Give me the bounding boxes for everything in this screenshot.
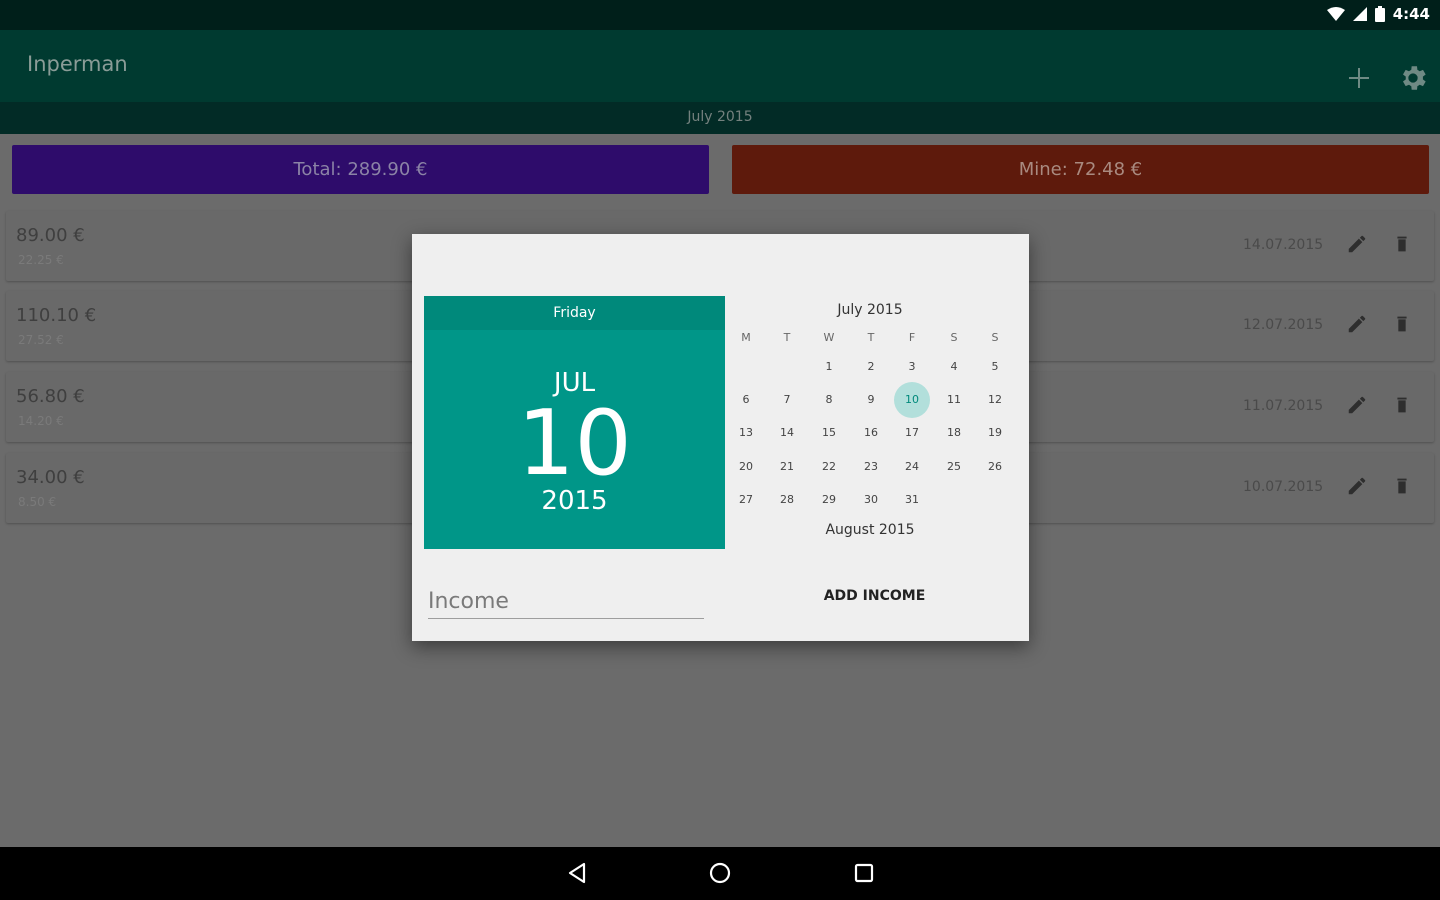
expense-amount: 56.80 € bbox=[16, 386, 85, 407]
calendar-day-selected[interactable]: 10 bbox=[894, 382, 930, 418]
expense-share: 8.50 € bbox=[18, 495, 57, 509]
expense-amount: 34.00 € bbox=[16, 467, 85, 488]
calendar-day[interactable]: 4 bbox=[936, 349, 972, 385]
app-bar: Inperman bbox=[0, 30, 1440, 102]
calendar-day[interactable]: 5 bbox=[977, 349, 1013, 385]
expense-amount: 110.10 € bbox=[16, 305, 97, 326]
calendar-day[interactable]: 15 bbox=[811, 415, 847, 451]
battery-icon bbox=[1374, 6, 1385, 22]
calendar-month-title: July 2015 bbox=[837, 302, 903, 318]
date-header: Friday JUL 10 2015 bbox=[424, 296, 725, 549]
status-bar: 4:44 bbox=[0, 0, 1440, 30]
calendar-day[interactable]: 3 bbox=[894, 349, 930, 385]
expense-amount: 89.00 € bbox=[16, 225, 85, 246]
header-day[interactable]: 10 bbox=[424, 394, 725, 494]
app-title: Inperman bbox=[27, 52, 128, 76]
weekday-label: S bbox=[991, 331, 999, 344]
signal-icon bbox=[1352, 7, 1367, 21]
add-icon bbox=[1349, 68, 1369, 88]
expense-date: 11.07.2015 bbox=[1243, 398, 1324, 414]
calendar-day[interactable]: 13 bbox=[728, 415, 764, 451]
recents-icon bbox=[854, 863, 874, 883]
settings-icon bbox=[1403, 66, 1426, 90]
expense-date: 14.07.2015 bbox=[1243, 237, 1324, 253]
delete-icon[interactable] bbox=[1391, 475, 1413, 497]
weekday-label: T bbox=[783, 331, 791, 344]
calendar-day[interactable]: 30 bbox=[853, 482, 889, 518]
home-icon bbox=[709, 862, 731, 884]
navigation-bar bbox=[0, 847, 1440, 900]
settings-button[interactable] bbox=[1392, 57, 1434, 99]
weekday-label: F bbox=[908, 331, 916, 344]
calendar-day[interactable]: 24 bbox=[894, 449, 930, 485]
weekday-label: S bbox=[950, 331, 958, 344]
expense-share: 27.52 € bbox=[18, 333, 64, 347]
calendar-day[interactable]: 17 bbox=[894, 415, 930, 451]
calendar-day[interactable]: 14 bbox=[769, 415, 805, 451]
month-strip: July 2015 bbox=[0, 102, 1440, 134]
header-year[interactable]: 2015 bbox=[424, 486, 725, 516]
delete-icon[interactable] bbox=[1391, 313, 1413, 335]
expense-share: 22.25 € bbox=[18, 253, 64, 267]
calendar-day[interactable]: 9 bbox=[853, 382, 889, 418]
weekday-label: T bbox=[867, 331, 875, 344]
edit-icon[interactable] bbox=[1346, 475, 1368, 497]
mine-button[interactable]: Mine: 72.48 € bbox=[732, 145, 1429, 194]
calendar-day[interactable]: 8 bbox=[811, 382, 847, 418]
calendar-day[interactable]: 29 bbox=[811, 482, 847, 518]
calendar-day[interactable]: 31 bbox=[894, 482, 930, 518]
calendar-day[interactable]: 21 bbox=[769, 449, 805, 485]
status-time: 4:44 bbox=[1392, 5, 1430, 23]
calendar-day[interactable]: 25 bbox=[936, 449, 972, 485]
calendar-day[interactable]: 2 bbox=[853, 349, 889, 385]
next-month-title: August 2015 bbox=[825, 522, 915, 538]
calendar-day[interactable]: 11 bbox=[936, 382, 972, 418]
calendar-day[interactable]: 27 bbox=[728, 482, 764, 518]
total-button[interactable]: Total: 289.90 € bbox=[12, 145, 709, 194]
weekday-label: W bbox=[823, 331, 835, 344]
edit-icon[interactable] bbox=[1346, 233, 1368, 255]
back-button[interactable] bbox=[562, 858, 592, 888]
calendar-day[interactable]: 16 bbox=[853, 415, 889, 451]
month-label: July 2015 bbox=[687, 109, 753, 125]
status-icons: 4:44 bbox=[1326, 5, 1430, 23]
edit-icon[interactable] bbox=[1346, 313, 1368, 335]
recents-button[interactable] bbox=[849, 858, 879, 888]
home-button[interactable] bbox=[705, 858, 735, 888]
income-input[interactable] bbox=[428, 586, 704, 619]
calendar-day[interactable]: 28 bbox=[769, 482, 805, 518]
wifi-icon bbox=[1326, 7, 1345, 21]
calendar-day[interactable]: 18 bbox=[936, 415, 972, 451]
weekday-label: M bbox=[741, 331, 751, 344]
calendar-day[interactable]: 12 bbox=[977, 382, 1013, 418]
calendar-day[interactable]: 22 bbox=[811, 449, 847, 485]
calendar-day[interactable]: 26 bbox=[977, 449, 1013, 485]
add-income-button[interactable]: ADD INCOME bbox=[812, 588, 937, 604]
calendar-day[interactable]: 20 bbox=[728, 449, 764, 485]
edit-icon[interactable] bbox=[1346, 394, 1368, 416]
add-button[interactable] bbox=[1340, 59, 1378, 97]
delete-icon[interactable] bbox=[1391, 233, 1413, 255]
expense-date: 10.07.2015 bbox=[1243, 479, 1324, 495]
back-icon bbox=[568, 862, 586, 884]
expense-share: 14.20 € bbox=[18, 414, 64, 428]
calendar-day[interactable]: 23 bbox=[853, 449, 889, 485]
delete-icon[interactable] bbox=[1391, 394, 1413, 416]
add-income-dialog: Friday JUL 10 2015 July 2015 MTWTFSS 123… bbox=[412, 234, 1029, 641]
calendar-day[interactable]: 6 bbox=[728, 382, 764, 418]
calendar-day[interactable]: 19 bbox=[977, 415, 1013, 451]
total-label: Total: 289.90 € bbox=[293, 159, 428, 180]
expense-date: 12.07.2015 bbox=[1243, 317, 1324, 333]
calendar-day[interactable]: 7 bbox=[769, 382, 805, 418]
calendar-day[interactable]: 1 bbox=[811, 349, 847, 385]
mine-label: Mine: 72.48 € bbox=[1018, 159, 1143, 180]
day-of-week: Friday bbox=[553, 305, 596, 321]
